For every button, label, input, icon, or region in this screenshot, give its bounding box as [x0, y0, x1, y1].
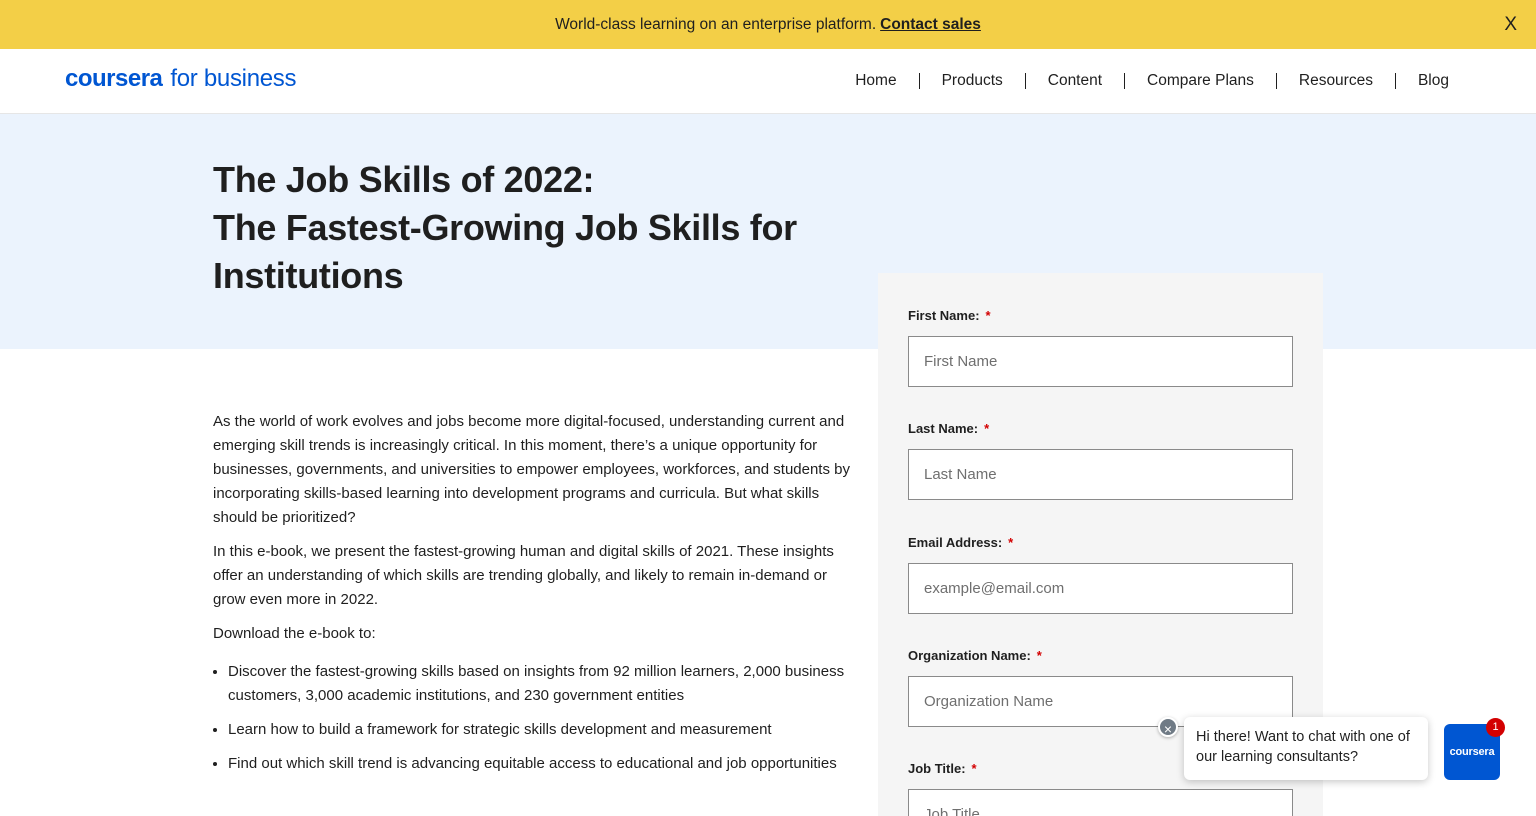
download-intro: Download the e-book to:: [213, 625, 376, 642]
required-marker: *: [1036, 648, 1042, 663]
last-name-label: Last Name: *: [908, 421, 990, 436]
title-line: Institutions: [213, 255, 404, 296]
site-header: coursera for business Home Products Cont…: [0, 49, 1536, 114]
benefits-list: Discover the fastest-growing skills base…: [228, 660, 853, 776]
first-name-label: First Name: *: [908, 308, 991, 323]
chat-message-bubble[interactable]: Hi there! Want to chat with one of our l…: [1184, 717, 1428, 780]
first-name-field[interactable]: [908, 336, 1293, 387]
email-label: Email Address: *: [908, 535, 1014, 550]
main-nav: Home Products Content Compare Plans Reso…: [833, 72, 1472, 90]
nav-compare-plans[interactable]: Compare Plans: [1125, 72, 1276, 90]
ebook-description: As the world of work evolves and jobs be…: [213, 410, 853, 786]
job-title-label: Job Title: *: [908, 761, 977, 776]
nav-blog[interactable]: Blog: [1396, 72, 1472, 90]
launcher-logo-text: coursera: [1449, 746, 1495, 758]
last-name-field[interactable]: [908, 449, 1293, 500]
required-marker: *: [985, 308, 991, 323]
promo-banner: World-class learning on an enterprise pl…: [0, 0, 1536, 49]
list-item: Find out which skill trend is advancing …: [228, 752, 853, 776]
nav-home[interactable]: Home: [833, 72, 918, 90]
coursera-for-business-logo[interactable]: coursera for business: [65, 65, 297, 93]
nav-resources[interactable]: Resources: [1277, 72, 1395, 90]
banner-close-icon[interactable]: X: [1504, 14, 1517, 36]
intro-paragraph: As the world of work evolves and jobs be…: [213, 413, 850, 526]
logo-wordmark: coursera: [65, 65, 163, 92]
list-item: Discover the fastest-growing skills base…: [228, 660, 853, 708]
required-marker: *: [984, 421, 990, 436]
nav-products[interactable]: Products: [920, 72, 1025, 90]
nav-content[interactable]: Content: [1026, 72, 1124, 90]
ebook-paragraph: In this e-book, we present the fastest-g…: [213, 543, 834, 608]
notification-badge: 1: [1486, 718, 1505, 737]
contact-sales-link[interactable]: Contact sales: [880, 16, 981, 34]
close-icon[interactable]: ×: [1158, 717, 1178, 737]
page-title: The Job Skills of 2022: The Fastest-Grow…: [213, 156, 833, 300]
banner-text: World-class learning on an enterprise pl…: [555, 15, 877, 33]
logo-subtitle: for business: [170, 65, 297, 92]
organization-label: Organization Name: *: [908, 648, 1042, 663]
list-item: Learn how to build a framework for strat…: [228, 718, 853, 742]
required-marker: *: [1008, 535, 1014, 550]
job-title-field[interactable]: [908, 789, 1293, 816]
title-line: The Job Skills of 2022:: [213, 159, 595, 200]
title-line: The Fastest-Growing Job Skills for: [213, 207, 797, 248]
required-marker: *: [971, 761, 977, 776]
email-field[interactable]: [908, 563, 1293, 614]
